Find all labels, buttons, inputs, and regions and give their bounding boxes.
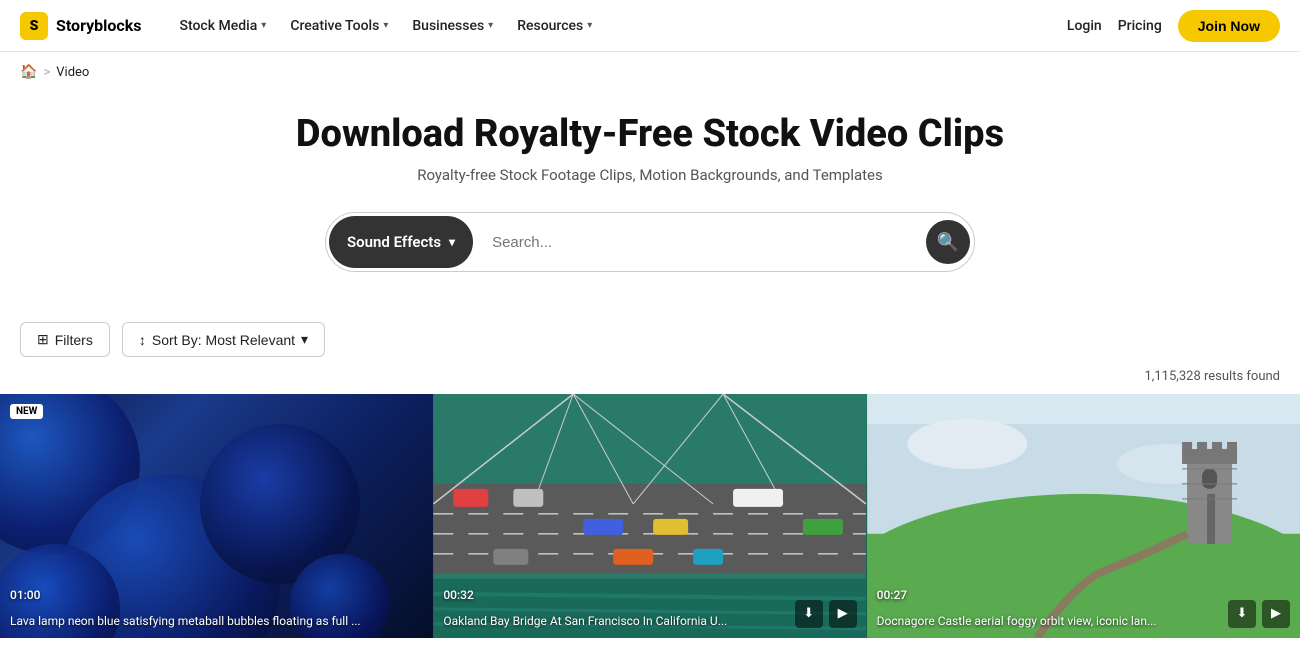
- logo-icon: S: [20, 12, 48, 40]
- breadcrumb-separator: >: [43, 65, 50, 80]
- hero-section: Download Royalty-Free Stock Video Clips …: [0, 92, 1300, 302]
- chevron-down-icon: ▾: [488, 20, 493, 31]
- new-badge: NEW: [10, 404, 43, 419]
- nav-stock-media[interactable]: Stock Media ▾: [170, 12, 277, 40]
- logo[interactable]: S Storyblocks: [20, 12, 142, 40]
- play-icon[interactable]: ▶: [829, 600, 857, 628]
- search-icon: 🔍: [937, 232, 959, 253]
- nav-businesses[interactable]: Businesses ▾: [402, 12, 503, 40]
- breadcrumb-current: Video: [56, 65, 89, 80]
- sort-icon: ↕: [139, 332, 146, 348]
- page-subtitle: Royalty-free Stock Footage Clips, Motion…: [20, 166, 1280, 184]
- video-title: Oakland Bay Bridge At San Francisco In C…: [443, 614, 826, 628]
- navbar: S Storyblocks Stock Media ▾ Creative Too…: [0, 0, 1300, 52]
- video-title: Lava lamp neon blue satisfying metaball …: [10, 614, 393, 628]
- nav-resources[interactable]: Resources ▾: [507, 12, 602, 40]
- search-bar-container: Sound Effects ▾ 🔍: [20, 212, 1280, 272]
- video-card[interactable]: 00:32 Oakland Bay Bridge At San Francisc…: [433, 394, 866, 638]
- video-actions: ⬇ ▶: [1228, 600, 1290, 628]
- nav-creative-tools[interactable]: Creative Tools ▾: [280, 12, 398, 40]
- search-category-label: Sound Effects: [347, 233, 441, 251]
- sort-button[interactable]: ↕ Sort By: Most Relevant ▾: [122, 322, 325, 357]
- chevron-down-icon: ▾: [587, 20, 592, 31]
- chevron-down-icon: ▾: [301, 331, 308, 348]
- nav-right: Login Pricing Join Now: [1067, 10, 1280, 42]
- pricing-button[interactable]: Pricing: [1118, 18, 1162, 34]
- video-card[interactable]: 00:27 Docnagore Castle aerial foggy orbi…: [867, 394, 1300, 638]
- filters-bar: ⊞ Filters ↕ Sort By: Most Relevant ▾: [0, 302, 1300, 365]
- search-button[interactable]: 🔍: [926, 220, 970, 264]
- video-title: Docnagore Castle aerial foggy orbit view…: [877, 614, 1260, 628]
- chevron-down-icon: ▾: [449, 235, 455, 249]
- filters-button[interactable]: ⊞ Filters: [20, 322, 110, 357]
- video-duration: 00:27: [877, 588, 907, 602]
- video-grid: NEW 01:00 Lava lamp neon blue satisfying…: [0, 394, 1300, 638]
- results-count: 1,115,328 results found: [0, 365, 1300, 394]
- video-card[interactable]: NEW 01:00 Lava lamp neon blue satisfying…: [0, 394, 433, 638]
- chevron-down-icon: ▾: [383, 20, 388, 31]
- login-button[interactable]: Login: [1067, 18, 1102, 34]
- search-input[interactable]: [476, 216, 926, 268]
- join-now-button[interactable]: Join Now: [1178, 10, 1280, 42]
- home-icon[interactable]: 🏠: [20, 64, 37, 80]
- search-bar: Sound Effects ▾ 🔍: [325, 212, 975, 272]
- nav-items: Stock Media ▾ Creative Tools ▾ Businesse…: [170, 12, 1067, 40]
- download-icon[interactable]: ⬇: [795, 600, 823, 628]
- chevron-down-icon: ▾: [261, 20, 266, 31]
- logo-text: Storyblocks: [56, 16, 142, 35]
- video-actions: ⬇ ▶: [795, 600, 857, 628]
- download-icon[interactable]: ⬇: [1228, 600, 1256, 628]
- video-duration: 00:32: [443, 588, 473, 602]
- breadcrumb: 🏠 > Video: [0, 52, 1300, 92]
- page-title: Download Royalty-Free Stock Video Clips: [20, 112, 1280, 156]
- video-duration: 01:00: [10, 588, 40, 602]
- search-category-dropdown[interactable]: Sound Effects ▾: [329, 216, 473, 268]
- play-icon[interactable]: ▶: [1262, 600, 1290, 628]
- filter-icon: ⊞: [37, 331, 49, 348]
